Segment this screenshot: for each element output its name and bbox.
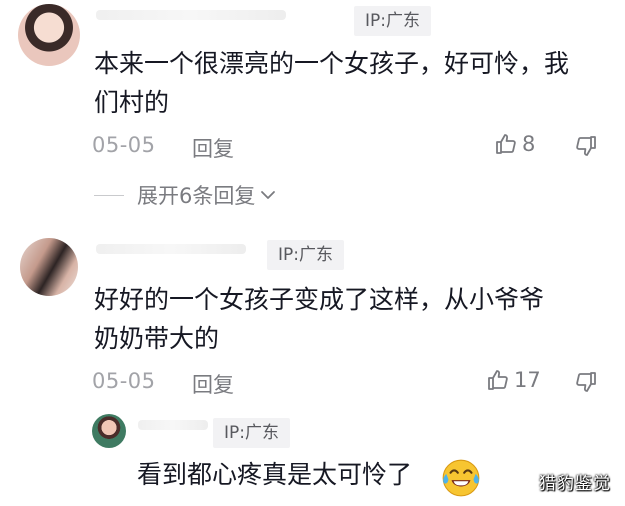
avatar[interactable] — [18, 4, 80, 66]
ip-location-badge: IP:广东 — [213, 418, 290, 448]
thumbs-down-icon — [576, 372, 596, 392]
reply-button[interactable]: 回复 — [192, 369, 234, 399]
like-count: 17 — [514, 368, 541, 392]
comment-text-line: 们村的 — [94, 88, 170, 117]
expand-replies-button[interactable]: 展开6条回复 — [94, 180, 278, 210]
thumbs-up-icon — [496, 134, 516, 154]
thumbs-up-icon — [488, 370, 508, 390]
username-blurred — [96, 244, 246, 254]
like-count: 8 — [522, 132, 536, 156]
reply-text: 看到都心疼真是太可怜了 — [137, 460, 413, 489]
avatar[interactable] — [20, 238, 78, 296]
crying-laughing-emoji — [442, 459, 480, 497]
like-button[interactable]: 8 — [494, 132, 535, 156]
comment-date: 05-05 — [92, 133, 156, 157]
comment-date: 05-05 — [92, 369, 156, 393]
username-blurred — [96, 10, 286, 20]
ip-location-badge: IP:广东 — [354, 6, 431, 36]
watermark: 猎豹鉴觉 — [539, 474, 611, 494]
ip-location-badge: IP:广东 — [267, 240, 344, 270]
dislike-button[interactable] — [574, 134, 598, 162]
reply-button[interactable]: 回复 — [192, 133, 234, 163]
expand-replies-label: 展开6条回复 — [137, 184, 256, 208]
divider-line — [94, 194, 124, 196]
comment-text-line: 奶奶带大的 — [94, 324, 220, 353]
thumbs-down-icon — [576, 136, 596, 156]
avatar[interactable] — [92, 414, 126, 448]
like-button[interactable]: 17 — [486, 368, 541, 392]
username-blurred — [138, 420, 208, 430]
comment-text-line: 本来一个很漂亮的一个女孩子，好可怜，我 — [94, 49, 570, 78]
chevron-down-icon — [261, 191, 276, 199]
comment-text-line: 好好的一个女孩子变成了这样，从小爷爷 — [94, 285, 545, 314]
comment-section: IP:广东 本来一个很漂亮的一个女孩子，好可怜，我 们村的 05-05 回复 8… — [0, 0, 625, 506]
dislike-button[interactable] — [574, 370, 598, 398]
